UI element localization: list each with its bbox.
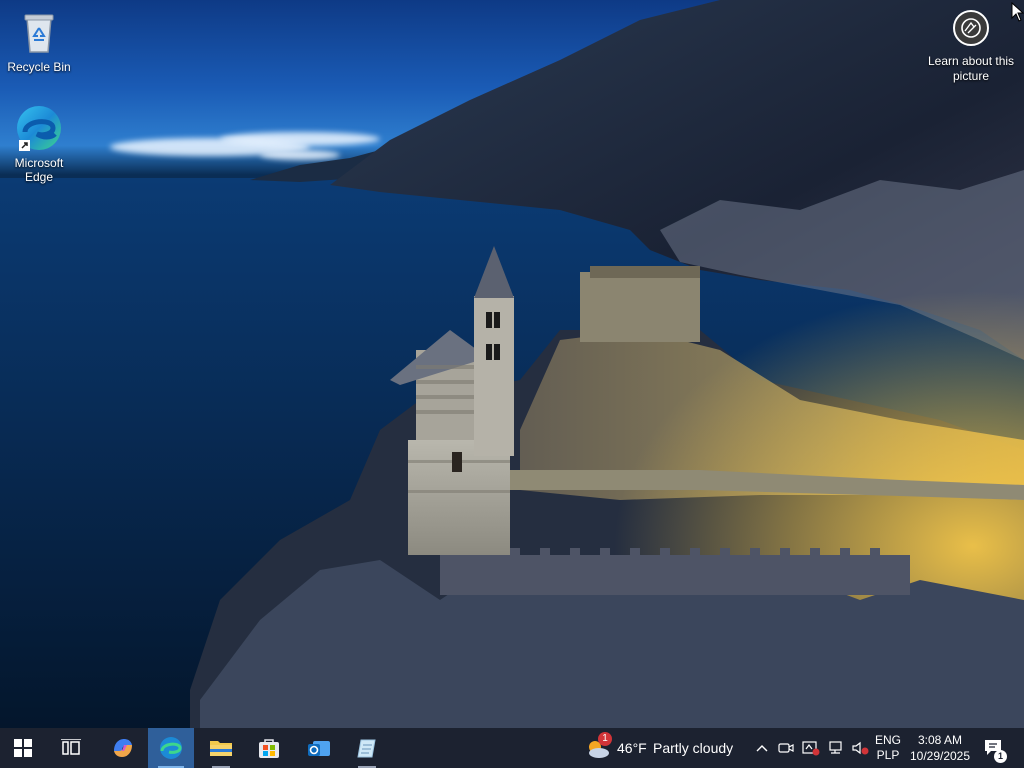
mouse-cursor-icon	[1011, 2, 1024, 22]
speaker-muted-icon	[852, 741, 869, 755]
store-icon	[259, 739, 279, 758]
edge-icon	[15, 104, 63, 152]
shield-warning-icon	[802, 741, 820, 756]
clock[interactable]: 3:08 AM 10/29/2025	[906, 732, 974, 764]
edge-shortcut[interactable]: Microsoft Edge	[1, 104, 77, 184]
store-button[interactable]	[246, 728, 292, 768]
edge-label: Microsoft Edge	[14, 156, 64, 184]
weather-condition: Partly cloudy	[653, 740, 734, 756]
copilot-button[interactable]	[100, 728, 146, 768]
file-explorer-button[interactable]	[198, 728, 244, 768]
chevron-up-icon	[756, 745, 768, 752]
outlook-icon	[308, 741, 330, 756]
landscape-illustration	[0, 0, 1024, 728]
edge-icon	[160, 737, 182, 759]
weather-temperature: 46°F	[617, 740, 647, 756]
learn-about-label: Learn about this picture	[927, 54, 1015, 83]
keyboard-layout-code: PLP	[876, 748, 900, 762]
webcam-icon	[778, 743, 794, 753]
volume-tray-button[interactable]	[849, 728, 871, 768]
edge-taskbar-button[interactable]	[148, 728, 194, 768]
folder-icon	[210, 741, 232, 756]
notepad-icon	[357, 739, 376, 758]
show-hidden-icons-button[interactable]	[752, 728, 772, 768]
recycle-bin-label: Recycle Bin	[7, 60, 71, 74]
recycle-bin-shortcut[interactable]: Recycle Bin	[1, 8, 77, 74]
windows-logo-icon	[14, 739, 32, 757]
clock-time: 3:08 AM	[917, 733, 963, 747]
notification-count-badge: 1	[994, 750, 1007, 763]
start-button[interactable]	[0, 728, 46, 768]
input-language-indicator[interactable]: ENG PLP	[875, 733, 901, 763]
clock-date: 10/29/2025	[909, 749, 971, 763]
language-code: ENG	[875, 733, 902, 747]
task-view-icon	[61, 739, 81, 755]
desktop-wallpaper: Recycle Bin Microsoft Edge Learn about t…	[0, 0, 1024, 728]
camera-tray-button[interactable]	[776, 728, 796, 768]
weather-alert-badge: 1	[598, 732, 612, 746]
task-view-button[interactable]	[48, 728, 94, 768]
taskbar: 1 46°F Partly cloudy ENG PLP 3:08 AM 10/…	[0, 728, 1024, 768]
camera-icon	[953, 10, 989, 46]
copilot-icon	[114, 739, 132, 757]
recycle-bin-icon	[15, 8, 63, 56]
network-tray-button[interactable]	[825, 728, 847, 768]
outlook-button[interactable]	[296, 728, 342, 768]
learn-about-picture-button[interactable]: Learn about this picture	[926, 10, 1016, 84]
notepad-button[interactable]	[344, 728, 390, 768]
network-icon	[829, 741, 842, 754]
notification-center-button[interactable]: 1	[980, 728, 1008, 768]
security-tray-button[interactable]	[800, 728, 822, 768]
